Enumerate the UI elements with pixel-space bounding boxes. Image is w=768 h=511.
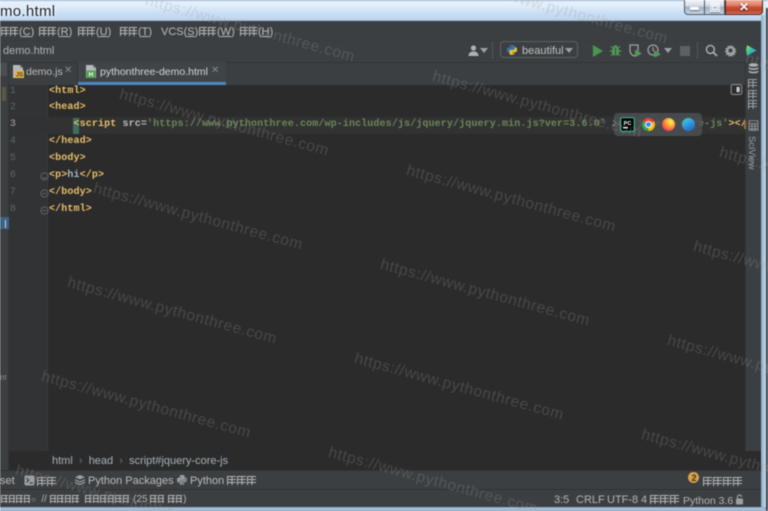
svg-text:H: H [89, 72, 94, 79]
svg-text:JS: JS [16, 73, 23, 79]
